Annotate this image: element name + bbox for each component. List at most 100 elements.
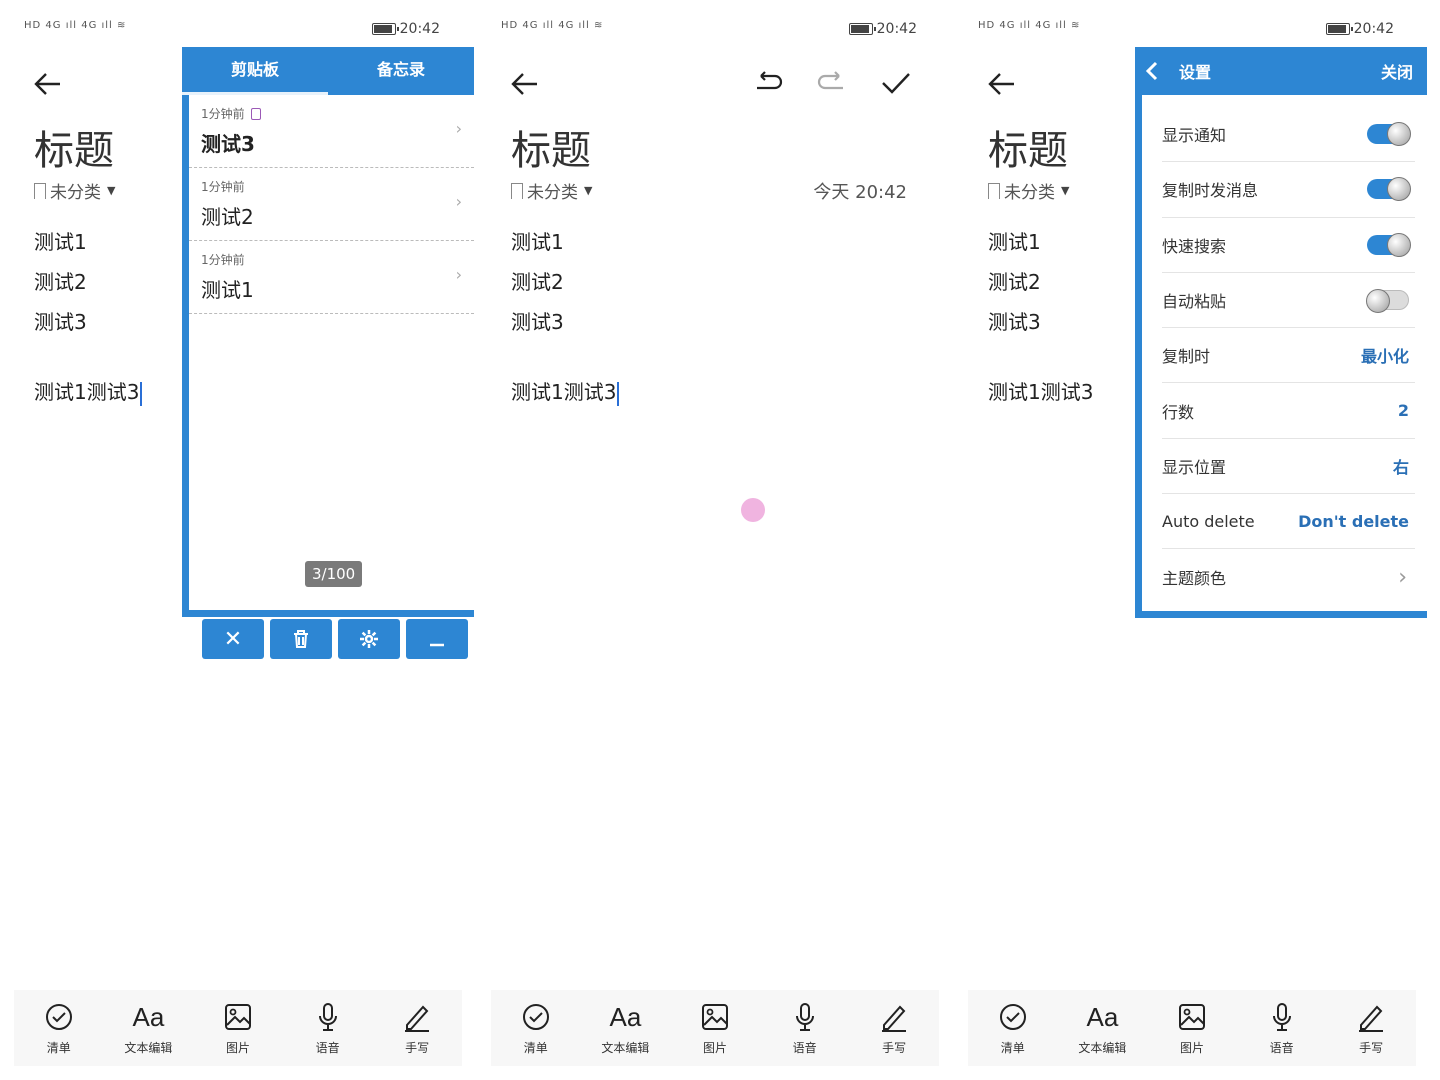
battery-icon [1325,23,1353,35]
checklist-icon [999,1003,1026,1030]
setting-show-notification[interactable]: 显示通知 [1162,107,1415,163]
tab-clipboard[interactable]: 剪贴板 [182,47,328,95]
note-title[interactable]: 标题 [511,118,591,176]
clipboard-item[interactable]: 1分钟前 测试2 › [189,168,474,241]
note-title[interactable]: 标题 [988,118,1068,176]
toolbar-voice[interactable]: 语音 [288,1001,368,1056]
setting-notify-on-copy[interactable]: 复制时发消息 [1162,162,1415,218]
note-body[interactable]: 测试1 测试2 测试3 [34,222,87,342]
toolbar-text-format[interactable]: Aa 文本编辑 [1062,1001,1142,1056]
note-input-line[interactable]: 测试1测试3 [34,376,143,406]
note-title[interactable]: 标题 [34,118,114,176]
toolbar-handwriting[interactable]: 手写 [854,1001,934,1056]
note-body[interactable]: 测试1 测试2 测试3 [511,222,564,342]
note-line: 测试3 [988,310,1041,334]
note-input-line[interactable]: 测试1测试3 [988,376,1093,405]
note-line: 测试1 [511,230,564,254]
status-bar: HD 4G ıll 4G ıll ≋ 20:42 [501,18,929,42]
bottom-toolbar: 清单 Aa 文本编辑 图片 语音 手写 [968,990,1416,1066]
bookmark-icon [988,182,1000,199]
note-input-line[interactable]: 测试1测试3 [511,376,620,406]
setting-quick-search[interactable]: 快速搜索 [1162,218,1415,273]
handwriting-icon [1359,1005,1384,1032]
category-selector[interactable]: 未分类 ▼ [34,178,115,203]
item-time: 1分钟前 [201,107,245,121]
setting-display-position[interactable]: 显示位置 右 [1162,439,1415,495]
toolbar-image[interactable]: 图片 [675,1001,755,1056]
phone-screen-settings: HD 4G ıll 4G ıll ≋ 20:42 标题 未分类 ▼ 测试1 测试… [954,0,1430,1080]
confirm-check-icon[interactable] [879,66,913,100]
setting-on-copy[interactable]: 复制时 最小化 [1162,328,1415,384]
chevron-right-icon: › [455,119,462,138]
toggle-switch[interactable] [1367,177,1411,202]
chevron-right-icon: › [455,192,462,211]
signal-icon: HD 4G ıll 4G ıll ≋ [24,20,127,31]
category-label: 未分类 [527,183,578,203]
handwriting-icon [405,1005,430,1032]
undo-icon[interactable] [751,66,785,100]
microphone-icon [1272,1002,1291,1031]
settings-header: 设置 关闭 [1135,47,1427,95]
toolbar-handwriting[interactable]: 手写 [1331,1001,1411,1056]
toolbar-text-format[interactable]: Aa 文本编辑 [108,1001,188,1056]
clock: 20:42 [399,21,440,37]
settings-panel: 设置 关闭 显示通知 复制时发消息 快速搜索 自动粘贴 复制时 最小化 行数 2… [1135,47,1427,618]
toolbar-checklist[interactable]: 清单 [496,1001,576,1056]
close-button[interactable]: ✕ [202,619,264,659]
dropdown-arrow-icon: ▼ [1061,184,1070,197]
setting-line-count[interactable]: 行数 2 [1162,383,1415,439]
redo-icon[interactable] [815,66,849,100]
signal-icon: HD 4G ıll 4G ıll ≋ [978,20,1081,31]
toggle-switch[interactable] [1366,289,1409,314]
clipboard-item[interactable]: 1分钟前 测试3 › [189,95,474,168]
category-label: 未分类 [1004,183,1055,203]
checklist-icon [522,1003,549,1030]
toolbar-image[interactable]: 图片 [198,1001,278,1056]
clipboard-item[interactable]: 1分钟前 测试1 › [189,241,474,314]
setting-auto-paste[interactable]: 自动粘贴 [1162,273,1415,329]
toolbar-voice[interactable]: 语音 [1242,1001,1322,1056]
signal-icon: HD 4G ıll 4G ıll ≋ [501,20,604,31]
back-arrow-icon[interactable] [30,66,66,102]
minimize-icon [430,643,444,647]
bottom-toolbar: 清单 Aa 文本编辑 图片 语音 手写 [491,990,939,1066]
setting-theme-color[interactable]: 主题颜色 › [1162,549,1415,604]
status-bar: HD 4G ıll 4G ıll ≋ 20:42 [978,18,1406,42]
setting-value: 2 [1397,401,1409,421]
edit-actions [751,66,913,100]
minimize-button[interactable] [406,619,468,659]
dropdown-arrow-icon: ▼ [584,184,593,197]
category-selector[interactable]: 未分类 ▼ [988,178,1069,203]
close-settings-button[interactable]: 关闭 [1381,59,1413,83]
note-timestamp: 今天 20:42 [813,182,907,203]
clipboard-tabs: 剪贴板 备忘录 [182,47,474,95]
clock: 20:42 [876,21,917,37]
note-body[interactable]: 测试1 测试2 测试3 [988,222,1041,342]
settings-list: 显示通知 复制时发消息 快速搜索 自动粘贴 复制时 最小化 行数 2 显示位置 … [1142,107,1427,605]
toggle-switch[interactable] [1367,122,1411,147]
tab-memo[interactable]: 备忘录 [328,47,474,95]
text-format-icon: Aa [132,1001,165,1032]
toolbar-checklist[interactable]: 清单 [19,1001,99,1056]
toolbar-text-format[interactable]: Aa 文本编辑 [585,1001,665,1056]
item-time: 1分钟前 [201,180,245,194]
setting-auto-delete[interactable]: Auto delete Don't delete [1162,494,1415,550]
toggle-switch[interactable] [1367,232,1411,257]
toolbar-image[interactable]: 图片 [1152,1001,1232,1056]
handwriting-icon [882,1005,907,1032]
category-selector[interactable]: 未分类 ▼ [511,178,592,203]
delete-button[interactable] [270,619,332,659]
item-text: 测试2 [201,205,254,229]
settings-title: 设置 [1179,63,1212,82]
toolbar-handwriting[interactable]: 手写 [377,1001,457,1056]
text-format-icon: Aa [1086,1001,1119,1032]
toolbar-voice[interactable]: 语音 [765,1001,845,1056]
back-arrow-icon[interactable] [984,66,1020,102]
back-arrow-icon[interactable] [507,66,543,102]
setting-value: Don't delete [1298,511,1409,531]
phone-screen-clipboard: HD 4G ıll 4G ıll ≋ 20:42 标题 未分类 ▼ 测试1 测试… [0,0,476,1080]
toolbar-checklist[interactable]: 清单 [973,1001,1053,1056]
settings-button[interactable] [338,619,400,659]
image-icon [1178,1003,1205,1030]
back-chevron-icon[interactable] [1145,61,1159,81]
